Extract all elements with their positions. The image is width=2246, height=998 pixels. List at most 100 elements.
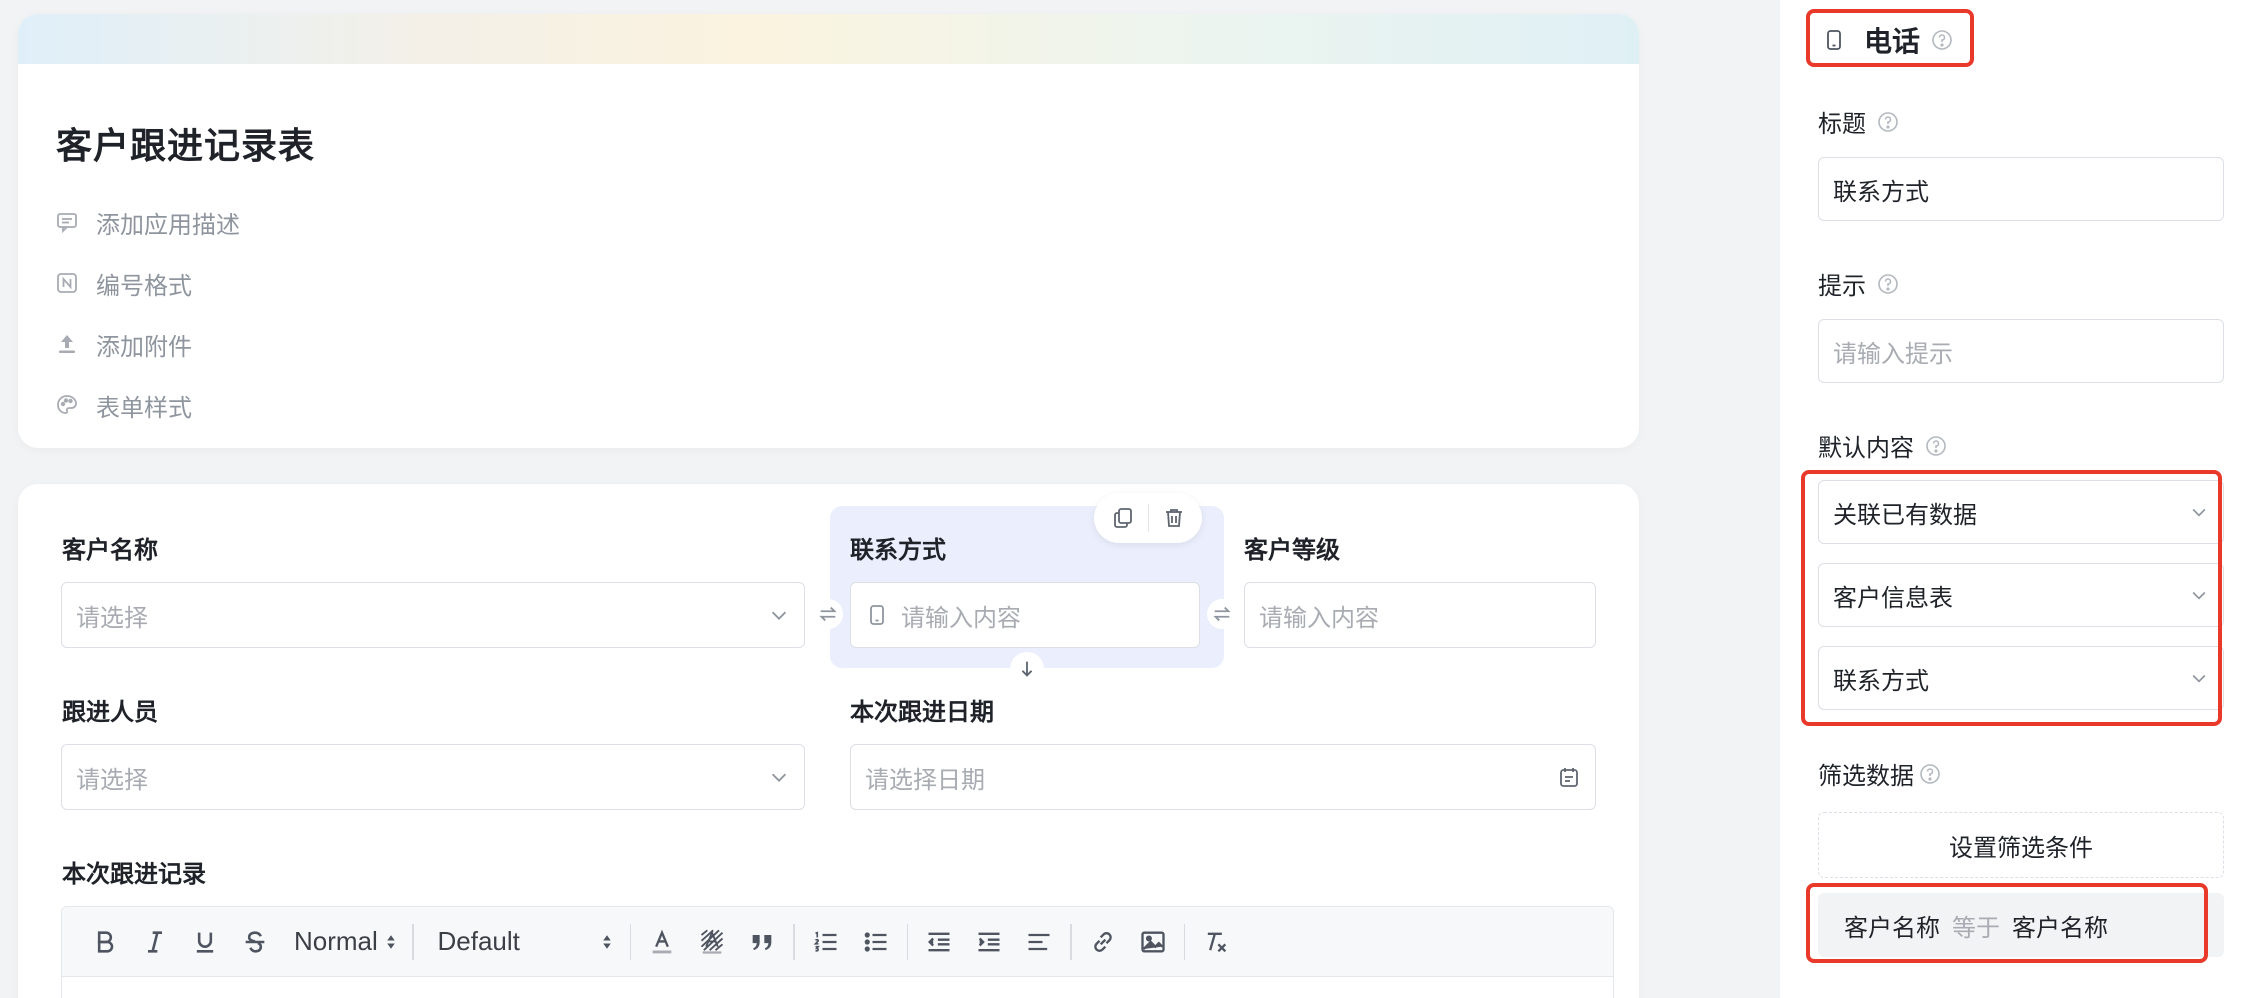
customer-name-placeholder: 请选择: [76, 603, 148, 632]
underline-button[interactable]: [180, 917, 230, 967]
numbering-format-label: 编号格式: [96, 271, 192, 300]
text-color-button[interactable]: [637, 917, 687, 967]
upload-icon: [54, 331, 80, 357]
font-select[interactable]: Default: [438, 917, 616, 967]
customer-level-label: 客户等级: [1244, 536, 1340, 564]
ordered-list-button[interactable]: [801, 917, 851, 967]
outdent-button[interactable]: [914, 917, 964, 967]
italic-button[interactable]: [130, 917, 180, 967]
follow-date-label: 本次跟进日期: [850, 698, 994, 726]
background-color-button[interactable]: [687, 917, 737, 967]
sort-arrows-icon: [387, 934, 395, 949]
strikethrough-button[interactable]: [230, 917, 280, 967]
hint-input[interactable]: 请输入提示: [1818, 319, 2224, 383]
image-button[interactable]: [1128, 917, 1178, 967]
help-icon[interactable]: [1876, 110, 1900, 134]
heading-select-value: Normal: [294, 926, 378, 956]
form-style-label: 表单样式: [96, 393, 192, 422]
image-icon: [1140, 931, 1165, 952]
delete-icon[interactable]: [1162, 506, 1186, 530]
editor-toolbar: Normal Default: [62, 907, 1613, 977]
customer-name-select[interactable]: 请选择: [61, 582, 805, 648]
toolbar-divider: [793, 923, 795, 960]
highlight-filter-condition: [1806, 883, 2208, 963]
default-label-row: 默认内容: [1818, 428, 1948, 463]
help-icon[interactable]: [1876, 272, 1900, 296]
set-filter-button[interactable]: 设置筛选条件: [1818, 812, 2224, 878]
form-title[interactable]: 客户跟进记录表: [56, 117, 315, 169]
numbering-format-link[interactable]: 编号格式: [54, 266, 192, 300]
chevron-down-icon: [771, 773, 787, 782]
background-color-icon: [700, 929, 724, 954]
help-icon[interactable]: [1918, 762, 1942, 786]
hint-label-row: 提示: [1818, 266, 1900, 301]
toolbar-divider: [1183, 923, 1185, 960]
customer-level-input[interactable]: 请输入内容: [1244, 582, 1596, 648]
form-body-card: 客户名称 请选择 联系方式 请输入内容 客户等级 请输入内容 跟进人员 请选择: [18, 484, 1639, 998]
comment-icon: [54, 209, 80, 235]
text-color-icon: [652, 929, 672, 953]
bold-button[interactable]: [80, 917, 130, 967]
customer-level-placeholder: 请输入内容: [1259, 603, 1379, 632]
indent-button[interactable]: [964, 917, 1014, 967]
swap-right-icon[interactable]: [1207, 599, 1237, 629]
calendar-icon: [1560, 768, 1578, 787]
field-tools: [1094, 493, 1202, 543]
numbering-icon: [54, 270, 80, 296]
strikethrough-icon: [245, 930, 265, 953]
form-header-card: 客户跟进记录表 添加应用描述 编号格式 添加附件 表单样式: [18, 14, 1639, 448]
align-button[interactable]: [1014, 917, 1064, 967]
indent-icon: [978, 932, 1000, 951]
blockquote-button[interactable]: [737, 917, 787, 967]
contact-label: 联系方式: [850, 536, 946, 564]
move-down-icon[interactable]: [1010, 652, 1044, 686]
copy-icon[interactable]: [1111, 506, 1135, 530]
property-panel: 电话 标题 联系方式 提示 请输入提示 默认内容 关联已有数据 客户信息表 联系…: [1780, 0, 2246, 998]
bullet-list-button[interactable]: [851, 917, 901, 967]
default-label: 默认内容: [1818, 434, 1914, 462]
follower-label: 跟进人员: [62, 698, 158, 726]
form-designer-canvas: 客户跟进记录表 添加应用描述 编号格式 添加附件 表单样式 客户名称 请选择 联…: [0, 0, 1780, 998]
rich-text-editor[interactable]: Normal Default: [61, 906, 1614, 998]
italic-icon: [148, 930, 162, 953]
title-input[interactable]: 联系方式: [1818, 157, 2224, 221]
toolbar-divider: [412, 923, 414, 960]
add-description-link[interactable]: 添加应用描述: [54, 205, 240, 239]
contact-placeholder: 请输入内容: [901, 603, 1021, 632]
contact-input[interactable]: 请输入内容: [850, 582, 1200, 648]
swap-left-icon[interactable]: [813, 599, 843, 629]
follow-date-placeholder: 请选择日期: [865, 765, 985, 794]
add-attachment-link[interactable]: 添加附件: [54, 327, 192, 361]
hint-input-placeholder: 请输入提示: [1833, 339, 1953, 368]
follower-select[interactable]: 请选择: [61, 744, 805, 810]
help-icon[interactable]: [1924, 434, 1948, 458]
clear-format-button[interactable]: [1191, 917, 1241, 967]
highlight-component-title: [1806, 9, 1974, 67]
add-attachment-label: 添加附件: [96, 332, 192, 361]
follow-date-picker[interactable]: 请选择日期: [850, 744, 1596, 810]
bold-icon: [97, 930, 114, 953]
add-description-label: 添加应用描述: [96, 210, 240, 239]
filter-label: 筛选数据: [1818, 762, 1914, 790]
filter-label-row: 筛选数据: [1818, 756, 1942, 791]
header-banner: [18, 14, 1639, 64]
clear-format-icon: [1207, 932, 1227, 952]
toolbar-divider: [906, 923, 908, 960]
follow-record-label: 本次跟进记录: [62, 860, 206, 888]
tools-divider: [1147, 504, 1149, 532]
outdent-icon: [928, 932, 950, 951]
title-label-row: 标题: [1818, 104, 1900, 139]
customer-name-label: 客户名称: [62, 536, 158, 564]
heading-select[interactable]: Normal: [294, 917, 406, 967]
quote-icon: [752, 934, 772, 950]
chevron-down-icon: [771, 611, 787, 620]
link-icon: [1093, 931, 1112, 952]
palette-icon: [54, 392, 80, 418]
title-input-value: 联系方式: [1833, 177, 1929, 206]
link-button[interactable]: [1078, 917, 1128, 967]
bullet-list-icon: [864, 931, 886, 952]
form-style-link[interactable]: 表单样式: [54, 388, 192, 422]
follower-placeholder: 请选择: [76, 765, 148, 794]
font-select-value: Default: [437, 926, 520, 956]
hint-label: 提示: [1818, 272, 1866, 300]
